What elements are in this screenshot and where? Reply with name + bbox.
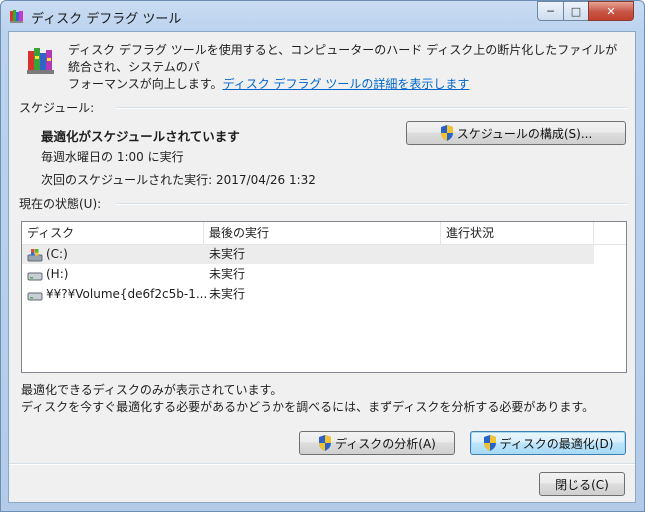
analyze-disk-button[interactable]: ディスクの分析(A) xyxy=(299,431,455,455)
close-button[interactable]: 閉じる(C) xyxy=(539,472,625,496)
schedule-status: 最適化がスケジュールされています xyxy=(41,129,240,144)
maximize-icon: □ xyxy=(570,4,582,18)
disk-last-run: 未実行 xyxy=(209,247,246,261)
disk-row-h[interactable]: (H:) 未実行 xyxy=(22,265,594,284)
uac-shield-icon xyxy=(319,435,332,451)
defragment-disk-button[interactable]: ディスクの最適化(D) xyxy=(470,431,626,455)
details-link[interactable]: ディスク デフラグ ツールの詳細を表示します xyxy=(223,77,470,91)
disk-list-header: ディスク 最後の実行 進行状況 xyxy=(22,222,626,245)
analyze-disk-label: ディスクの分析(A) xyxy=(335,436,436,451)
window-title: ディスク デフラグ ツール xyxy=(31,12,182,27)
current-status-label: 現在の状態(U): xyxy=(19,197,102,211)
next-run-time: 次回のスケジュールされた実行: 2017/04/26 1:32 xyxy=(41,173,316,187)
close-icon: ✕ xyxy=(606,4,616,18)
minimize-icon: ─ xyxy=(547,4,554,18)
system-drive-icon xyxy=(27,249,43,262)
description-line1: ディスク デフラグ ツールを使用すると、コンピューターのハード ディスク上の断片… xyxy=(68,43,618,74)
configure-schedule-label: スケジュールの構成(S)... xyxy=(456,126,593,141)
status-separator xyxy=(117,203,627,205)
configure-schedule-button[interactable]: スケジュールの構成(S)... xyxy=(406,121,626,145)
minimize-button[interactable]: ─ xyxy=(537,1,564,21)
disk-row-c[interactable]: (C:) 未実行 xyxy=(22,245,594,264)
disk-name: (H:) xyxy=(46,267,69,281)
description-text: ディスク デフラグ ツールを使用すると、コンピューターのハード ディスク上の断片… xyxy=(68,42,628,93)
description-line2: フォーマンスが向上します。 xyxy=(68,77,223,91)
defrag-large-icon xyxy=(27,48,54,74)
schedule-separator xyxy=(117,107,627,109)
dialog-body: ディスク デフラグ ツールを使用すると、コンピューターのハード ディスク上の断片… xyxy=(8,31,636,503)
footer-note-eligible: 最適化できるディスクのみが表示されています。 xyxy=(21,383,283,397)
disk-row-volume[interactable]: ¥¥?¥Volume{de6f2c5b-1... 未実行 xyxy=(22,285,594,304)
schedule-section-label: スケジュール: xyxy=(19,101,95,115)
maximize-button[interactable]: □ xyxy=(563,1,589,21)
footer-separator xyxy=(9,463,635,465)
defrag-window: ディスク デフラグ ツール ─ □ ✕ ディスク デフラグ ツールを使用すると、… xyxy=(0,0,645,512)
column-header-disk[interactable]: ディスク xyxy=(22,222,204,244)
disk-last-run: 未実行 xyxy=(209,287,246,301)
schedule-frequency: 毎週水曜日の 1:00 に実行 xyxy=(41,150,184,164)
footer-note-analyze: ディスクを今すぐ最適化する必要があるかどうかを調べるには、まずディスクを分析する… xyxy=(21,400,595,414)
disk-name: (C:) xyxy=(46,247,68,261)
disk-last-run: 未実行 xyxy=(209,267,246,281)
uac-shield-icon xyxy=(483,435,496,451)
column-header-progress[interactable]: 進行状況 xyxy=(441,222,594,244)
drive-icon xyxy=(27,292,43,301)
title-bar[interactable]: ディスク デフラグ ツール ─ □ ✕ xyxy=(1,1,644,31)
defragment-disk-label: ディスクの最適化(D) xyxy=(499,436,614,451)
defrag-app-icon xyxy=(10,10,23,23)
uac-shield-icon xyxy=(440,125,453,141)
close-window-button[interactable]: ✕ xyxy=(588,1,634,21)
disk-name: ¥¥?¥Volume{de6f2c5b-1... xyxy=(46,287,208,301)
disk-list[interactable]: ディスク 最後の実行 進行状況 (C:) 未実行 (H:) 未実行 ¥¥?¥Vo… xyxy=(21,221,627,373)
column-header-last-run[interactable]: 最後の実行 xyxy=(204,222,441,244)
drive-icon xyxy=(27,272,43,281)
close-button-label: 閉じる(C) xyxy=(555,477,609,492)
